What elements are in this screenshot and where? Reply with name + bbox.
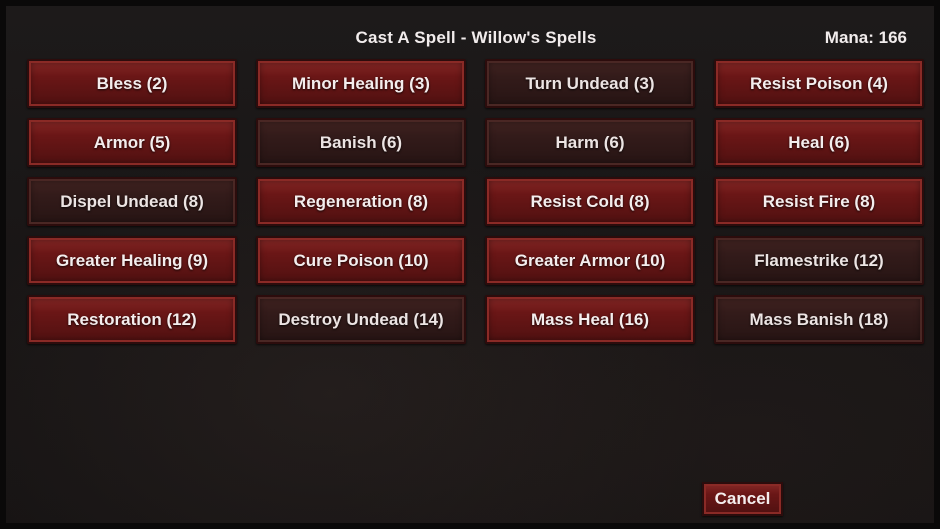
- dialog-title: Cast A Spell - Willow's Spells: [355, 28, 597, 47]
- spell-button-harm[interactable]: Harm (6): [485, 118, 695, 167]
- spell-button-dispel-undead[interactable]: Dispel Undead (8): [27, 177, 237, 226]
- spell-button-turn-undead[interactable]: Turn Undead (3): [485, 59, 695, 108]
- spell-button-banish[interactable]: Banish (6): [256, 118, 466, 167]
- spell-button-heal[interactable]: Heal (6): [714, 118, 924, 167]
- spell-button-cure-poison[interactable]: Cure Poison (10): [256, 236, 466, 285]
- spell-button-flamestrike[interactable]: Flamestrike (12): [714, 236, 924, 285]
- spell-dialog: Cast A Spell - Willow's Spells Mana: 166…: [0, 0, 940, 529]
- spell-button-greater-armor[interactable]: Greater Armor (10): [485, 236, 695, 285]
- spell-grid: Bless (2) Minor Healing (3) Turn Undead …: [27, 59, 924, 344]
- spell-button-mass-banish[interactable]: Mass Banish (18): [714, 295, 924, 344]
- spell-button-resist-poison[interactable]: Resist Poison (4): [714, 59, 924, 108]
- spell-button-destroy-undead[interactable]: Destroy Undead (14): [256, 295, 466, 344]
- spell-button-minor-healing[interactable]: Minor Healing (3): [256, 59, 466, 108]
- mana-counter: Mana: 166: [824, 28, 907, 47]
- spell-button-regeneration[interactable]: Regeneration (8): [256, 177, 466, 226]
- cancel-button[interactable]: Cancel: [702, 482, 783, 516]
- spell-button-resist-fire[interactable]: Resist Fire (8): [714, 177, 924, 226]
- spell-button-bless[interactable]: Bless (2): [27, 59, 237, 108]
- spell-button-greater-healing[interactable]: Greater Healing (9): [27, 236, 237, 285]
- spell-button-armor[interactable]: Armor (5): [27, 118, 237, 167]
- spell-button-mass-heal[interactable]: Mass Heal (16): [485, 295, 695, 344]
- spell-button-restoration[interactable]: Restoration (12): [27, 295, 237, 344]
- spell-button-resist-cold[interactable]: Resist Cold (8): [485, 177, 695, 226]
